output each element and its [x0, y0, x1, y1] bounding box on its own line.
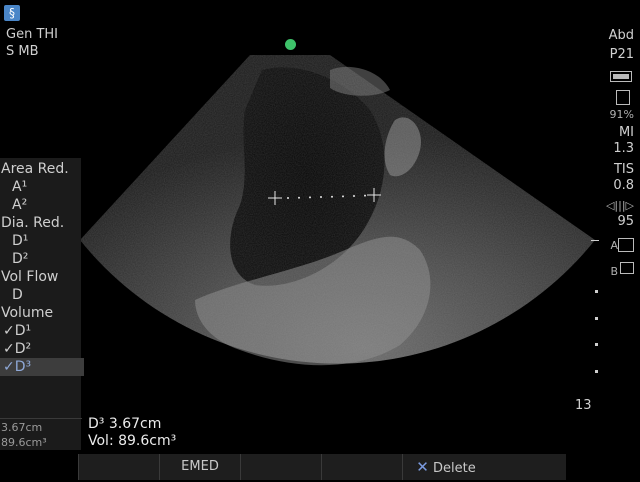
- menu-volume[interactable]: Volume: [0, 304, 82, 322]
- mi-value: 1.3: [613, 141, 634, 156]
- softkey-4[interactable]: [321, 454, 402, 480]
- print-b-label: B: [610, 265, 618, 278]
- menu-dia-red[interactable]: Dia. Red.: [0, 214, 82, 232]
- softkey-1[interactable]: [78, 454, 159, 480]
- menu-result-volume: 89.6cm³: [1, 436, 47, 449]
- exam-type: Abd: [608, 28, 634, 43]
- menu-volume-d1[interactable]: ✓D¹: [0, 322, 84, 340]
- menu-vol-flow[interactable]: Vol Flow: [0, 268, 82, 286]
- printer-icon[interactable]: [618, 238, 634, 252]
- orientation-marker: [285, 39, 296, 50]
- battery-icon: [610, 71, 632, 82]
- print-a-label: A: [610, 239, 618, 252]
- menu-volume-d3[interactable]: ✓D³: [0, 358, 84, 376]
- depth-value: 13: [575, 398, 592, 413]
- gain-icon: ◁|||▷: [605, 199, 634, 212]
- menu-d[interactable]: D: [0, 286, 81, 304]
- measurement-menu: Area Red. A¹ A² Dia. Red. D¹ D² Vol Flow…: [0, 158, 84, 450]
- result-volume: Vol: 89.6cm³: [88, 433, 177, 449]
- menu-a2[interactable]: A²: [0, 196, 81, 214]
- delete-x-icon: ✕: [416, 458, 429, 476]
- transducer-label: P21: [609, 47, 634, 62]
- softkey-bar: EMED ✕ Delete: [78, 454, 566, 480]
- mode-s-mb: S MB: [6, 44, 39, 59]
- menu-result-distance: 3.67cm: [0, 418, 82, 434]
- delete-label: Delete: [433, 461, 476, 476]
- storage-percent: 91%: [609, 108, 634, 121]
- delete-button[interactable]: ✕ Delete: [402, 454, 489, 480]
- menu-volume-d2[interactable]: ✓D²: [0, 340, 84, 358]
- gain-value: 95: [617, 214, 634, 229]
- softkey-3[interactable]: [240, 454, 321, 480]
- depth-scale: [590, 240, 600, 420]
- emed-button[interactable]: EMED: [159, 454, 240, 480]
- storage-icon: [616, 90, 630, 105]
- mi-label: MI: [618, 125, 634, 140]
- sonosite-logo-icon: §: [4, 5, 20, 21]
- tis-label: TIS: [613, 162, 634, 177]
- tis-value: 0.8: [613, 178, 634, 193]
- menu-area-red[interactable]: Area Red.: [0, 160, 82, 178]
- measurement-result: D³ 3.67cm Vol: 89.6cm³: [88, 416, 176, 450]
- menu-a1[interactable]: A¹: [0, 178, 81, 196]
- result-distance: D³ 3.67cm: [88, 416, 162, 432]
- ultrasound-image: [80, 55, 595, 366]
- menu-d1[interactable]: D¹: [0, 232, 81, 250]
- window-icon[interactable]: [620, 262, 634, 274]
- mode-gen-thi: Gen THI: [6, 27, 58, 42]
- menu-d2[interactable]: D²: [0, 250, 81, 268]
